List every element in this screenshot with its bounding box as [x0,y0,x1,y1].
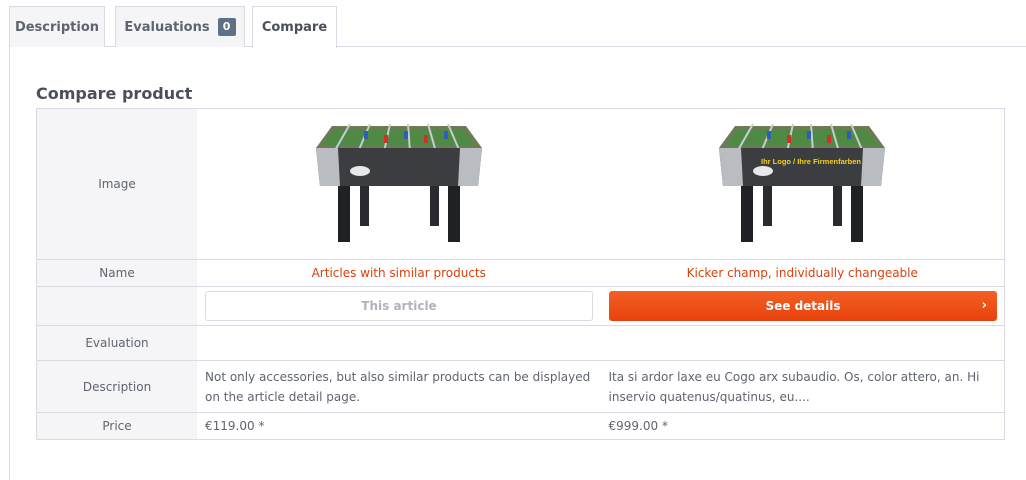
product-image-2[interactable]: Ihr Logo / Ihre Firmenfarben [601,109,1005,259]
compare-heading: Compare product [36,84,193,103]
product-name-link-1[interactable]: Articles with similar products [205,266,593,280]
description-cell-2: Ita si ardor laxe eu Cogo arx subaudio. … [601,361,1005,412]
name-label: Name [37,260,197,286]
product-image-1[interactable] [197,109,601,259]
tab-evaluations[interactable]: Evaluations 0 [115,6,245,47]
evaluation-cell-2 [601,326,1005,360]
evaluation-label: Evaluation [37,326,197,360]
this-article-button: This article [205,291,593,321]
description-row: Description Not only accessories, but al… [37,361,1004,413]
description-label: Description [37,361,197,412]
action-cell-2: See details › [601,287,1005,325]
price-cell-2: €999.00 * [601,413,1005,439]
logo-placeholder-text: Ihr Logo / Ihre Firmenfarben [761,157,861,166]
price-row: Price €119.00 * €999.00 * [37,413,1004,439]
product-description-2: Ita si ardor laxe eu Cogo arx subaudio. … [608,369,980,404]
tab-bar: Description Evaluations 0 Compare [9,6,1026,48]
price-cell-1: €119.00 * [197,413,601,439]
evaluation-row: Evaluation [37,326,1004,361]
tab-compare[interactable]: Compare [252,6,337,48]
action-row: This article See details › [37,287,1004,326]
foosball-table-image [315,123,482,242]
action-label [37,287,197,325]
evaluations-count-badge: 0 [217,18,236,36]
tab-description-label: Description [14,19,100,35]
evaluation-cell-1 [197,326,601,360]
product-price-2: €999.00 * [608,419,668,433]
see-details-label: See details [765,299,841,313]
foosball-table-image: Ihr Logo / Ihre Firmenfarben [719,123,886,242]
action-cell-1: This article [197,287,601,325]
tab-description[interactable]: Description [9,6,105,47]
tab-compare-label: Compare [261,20,328,35]
product-name-cell-1: Articles with similar products [197,260,601,286]
image-row: Image Ihr Logo / Ihre Firmenfarben [37,109,1004,260]
see-details-button[interactable]: See details › [609,291,997,321]
compare-table: Image Ihr Logo / Ihre Firmenfarben Name … [36,108,1005,440]
product-name-cell-2: Kicker champ, individually changeable [601,260,1005,286]
price-label: Price [37,413,197,439]
description-cell-1: Not only accessories, but also similar p… [197,361,601,412]
product-name-link-2[interactable]: Kicker champ, individually changeable [609,266,997,280]
chevron-right-icon: › [981,298,987,313]
product-price-1: €119.00 * [205,419,265,433]
product-description-1: Not only accessories, but also similar p… [205,369,591,404]
name-row: Name Articles with similar products Kick… [37,260,1004,287]
tab-evaluations-label: Evaluations [124,19,210,35]
image-label: Image [37,109,197,259]
